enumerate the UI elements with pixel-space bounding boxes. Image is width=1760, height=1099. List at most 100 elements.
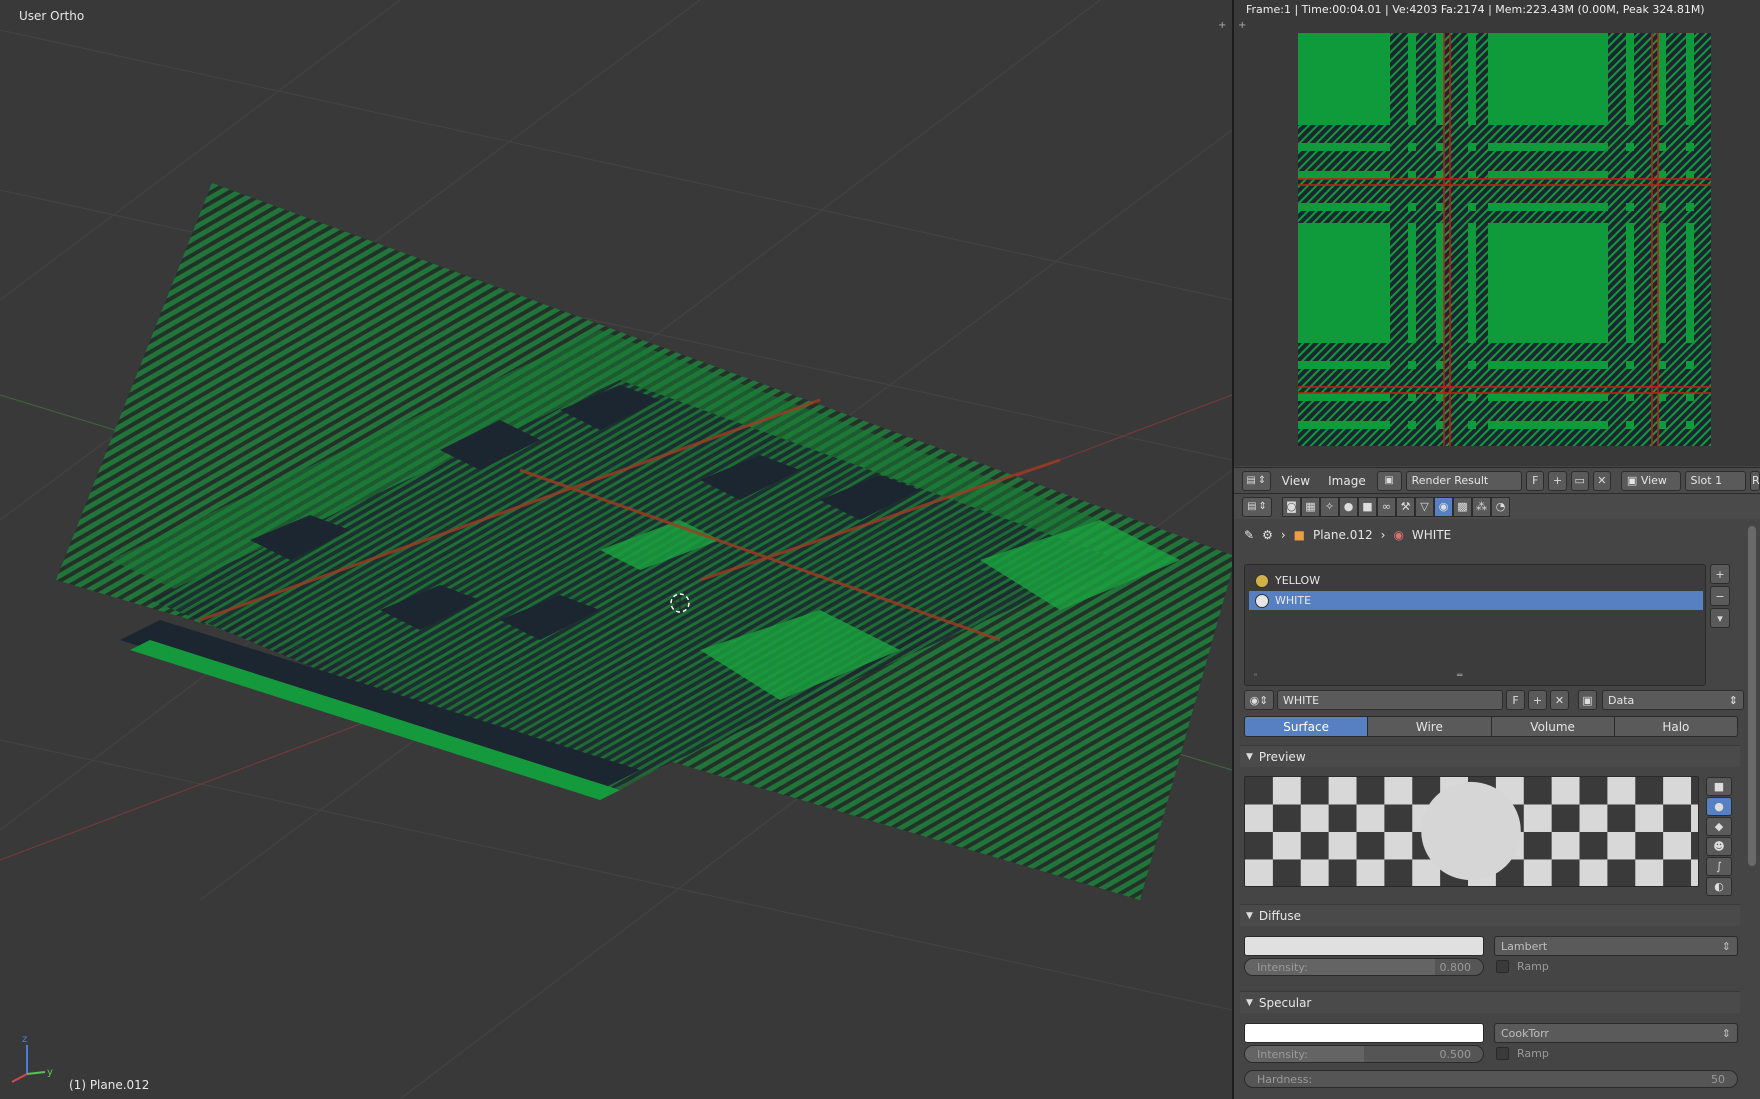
view-select[interactable]: ▣ View [1620, 470, 1681, 491]
tab-surface[interactable]: Surface [1245, 717, 1369, 736]
material-type-tabs: Surface Wire Volume Halo [1244, 716, 1738, 737]
checkbox-box [1496, 1047, 1509, 1060]
hair-icon: ∫ [1716, 860, 1722, 873]
material-tab-icon[interactable]: ◉ [1434, 496, 1453, 517]
data-tab-icon[interactable]: ▽ [1415, 496, 1434, 517]
preview-cube-button[interactable]: ◆ [1706, 817, 1732, 836]
diffuse-intensity-slider[interactable]: Intensity: 0.800 [1244, 958, 1484, 976]
add-slot-button[interactable]: + [1710, 564, 1730, 584]
image-editor-icon: ▤ [1246, 475, 1256, 486]
diffuse-shader-select[interactable]: Lambert ⇕ [1494, 936, 1738, 956]
specular-panel-header[interactable]: ▼ Specular [1240, 991, 1740, 1013]
breadcrumb: ✎ ⚙ › ■ Plane.012 › ◉ WHITE [1244, 528, 1451, 542]
svg-text:z: z [22, 1034, 27, 1045]
properties-header: ▤ ⇕ ◙ ▦ ✧ ● ■ ∞ ⚒ ▽ ◉ ▩ ⁂ ◔ [1234, 493, 1760, 519]
pin-icon[interactable]: ✎ [1244, 528, 1254, 542]
list-side-buttons: + − ▾ [1710, 564, 1730, 628]
3d-cursor[interactable] [670, 593, 690, 613]
unlink-image-button[interactable]: ✕ [1592, 470, 1611, 491]
image-browse-button[interactable]: ▣ [1376, 470, 1402, 491]
specular-ramp-checkbox[interactable]: Ramp [1496, 1047, 1549, 1060]
list-item[interactable]: YELLOW [1249, 571, 1703, 590]
particles-tab-icon[interactable]: ⁂ [1472, 496, 1491, 517]
preview-sphere-button[interactable]: ● [1706, 797, 1732, 816]
tab-halo[interactable]: Halo [1614, 717, 1737, 736]
area-split-widget[interactable]: + [1218, 20, 1226, 31]
specular-shader-select[interactable]: CookTorr ⇕ [1494, 1023, 1738, 1043]
diffuse-ramp-checkbox[interactable]: Ramp [1496, 960, 1549, 973]
diffuse-panel-header[interactable]: ▼ Diffuse [1240, 904, 1740, 926]
constraints-tab-icon[interactable]: ∞ [1377, 496, 1396, 517]
minus-icon: − [1715, 589, 1725, 603]
preview-hair-button[interactable]: ∫ [1706, 857, 1732, 876]
material-name-field[interactable]: WHITE [1277, 690, 1503, 710]
sphere-icon: ● [1714, 800, 1724, 813]
render-layers-tab-icon[interactable]: ▦ [1301, 496, 1320, 517]
tab-wire[interactable]: Wire [1368, 717, 1492, 736]
scene-tab-icon[interactable]: ✧ [1320, 496, 1339, 517]
properties-editor-type-button[interactable]: ▤ ⇕ [1242, 496, 1272, 517]
specular-intensity-slider[interactable]: Intensity: 0.500 [1244, 1045, 1484, 1063]
node-icon: ▣ [1582, 693, 1593, 707]
slot-specials-button[interactable]: ▾ [1710, 608, 1730, 628]
texture-tab-icon[interactable]: ▩ [1453, 496, 1472, 517]
preview-panel-header[interactable]: ▼ Preview [1240, 745, 1740, 767]
modifiers-tab-icon[interactable]: ⚒ [1396, 496, 1415, 517]
material-properties: ✎ ⚙ › ■ Plane.012 › ◉ WHITE YELLOW WHITE… [1234, 520, 1760, 1099]
unlink-material-button[interactable]: ✕ [1550, 690, 1569, 710]
render-layer-select[interactable]: R [1749, 470, 1760, 491]
link-select-label: Data [1608, 693, 1635, 707]
diffuse-color-swatch[interactable] [1244, 936, 1484, 956]
material-slot-list[interactable]: YELLOW WHITE ◦ ═ [1244, 564, 1706, 686]
checkbox-label: Ramp [1517, 960, 1549, 973]
menu-view[interactable]: View [1275, 474, 1317, 488]
specular-color-swatch[interactable] [1244, 1023, 1484, 1043]
active-object-label: (1) Plane.012 [69, 1078, 150, 1092]
preview-type-buttons: ■ ● ◆ ☻ ∫ ◐ [1706, 777, 1732, 896]
slot-select[interactable]: Slot 1 [1684, 470, 1746, 491]
specular-hardness-slider[interactable]: Hardness: 50 [1244, 1070, 1738, 1088]
fake-user-button[interactable]: F [1526, 470, 1545, 491]
3d-viewport[interactable]: z y User Ortho (1) Plane.012 + [0, 0, 1232, 1099]
preview-sky-button[interactable]: ◐ [1706, 877, 1732, 896]
checkbox-box [1496, 960, 1509, 973]
image-editor[interactable]: Frame:1 | Time:00:04.01 | Ve:4203 Fa:217… [1234, 0, 1760, 466]
remove-slot-button[interactable]: − [1710, 586, 1730, 606]
material-datablock-row: ◉⇕ WHITE F + ✕ ▣ Data ⇕ [1244, 690, 1744, 710]
list-item[interactable]: WHITE [1249, 591, 1703, 610]
physics-tab-icon[interactable]: ◔ [1491, 496, 1510, 517]
preview-flat-button[interactable]: ■ [1706, 777, 1732, 796]
list-resize-handle[interactable]: ═ [1457, 671, 1462, 681]
properties-scrollbar[interactable] [1748, 526, 1756, 866]
node-toggle-button[interactable]: ▣ [1578, 690, 1597, 710]
object-tab-icon[interactable]: ■ [1358, 496, 1377, 517]
new-image-button[interactable]: + [1548, 470, 1567, 491]
editor-type-button[interactable]: ▤ ⇕ [1242, 470, 1271, 491]
link-select[interactable]: Data ⇕ [1602, 690, 1744, 710]
breadcrumb-material: WHITE [1411, 528, 1452, 542]
image-name-field[interactable]: Render Result [1405, 470, 1523, 491]
material-slot-name: YELLOW [1275, 574, 1321, 587]
open-image-button[interactable]: ▭ [1570, 470, 1589, 491]
specular-shader-label: CookTorr [1501, 1026, 1549, 1040]
menu-image[interactable]: Image [1321, 474, 1373, 488]
axis-gizmo: z y [11, 1034, 53, 1083]
chevron-down-icon: ▾ [1717, 611, 1723, 625]
monkey-icon: ☻ [1713, 840, 1725, 853]
panel-title: Preview [1258, 749, 1306, 764]
tab-volume[interactable]: Volume [1491, 717, 1615, 736]
preview-monkey-button[interactable]: ☻ [1706, 837, 1732, 856]
new-material-button[interactable]: + [1528, 690, 1547, 710]
browse-material-button[interactable]: ◉⇕ [1244, 690, 1274, 710]
list-filter-icon[interactable]: ◦ [1253, 671, 1258, 681]
fake-user-button[interactable]: F [1506, 690, 1525, 710]
image-editor-header: ▤ ⇕ View Image ▣ Render Result F + ▭ ✕ ▣ … [1234, 467, 1760, 493]
render-result-image[interactable] [1298, 33, 1711, 446]
render-tab-icon[interactable]: ◙ [1282, 496, 1301, 517]
area-split-widget-2[interactable]: + [1238, 20, 1246, 31]
chevron-updown-icon: ⇕ [1721, 1026, 1731, 1040]
chevron-updown-icon: ⇕ [1257, 475, 1267, 486]
world-tab-icon[interactable]: ● [1339, 496, 1358, 517]
viewport-scene[interactable]: z y [0, 0, 1232, 1099]
breadcrumb-separator-icon: › [1280, 528, 1286, 542]
